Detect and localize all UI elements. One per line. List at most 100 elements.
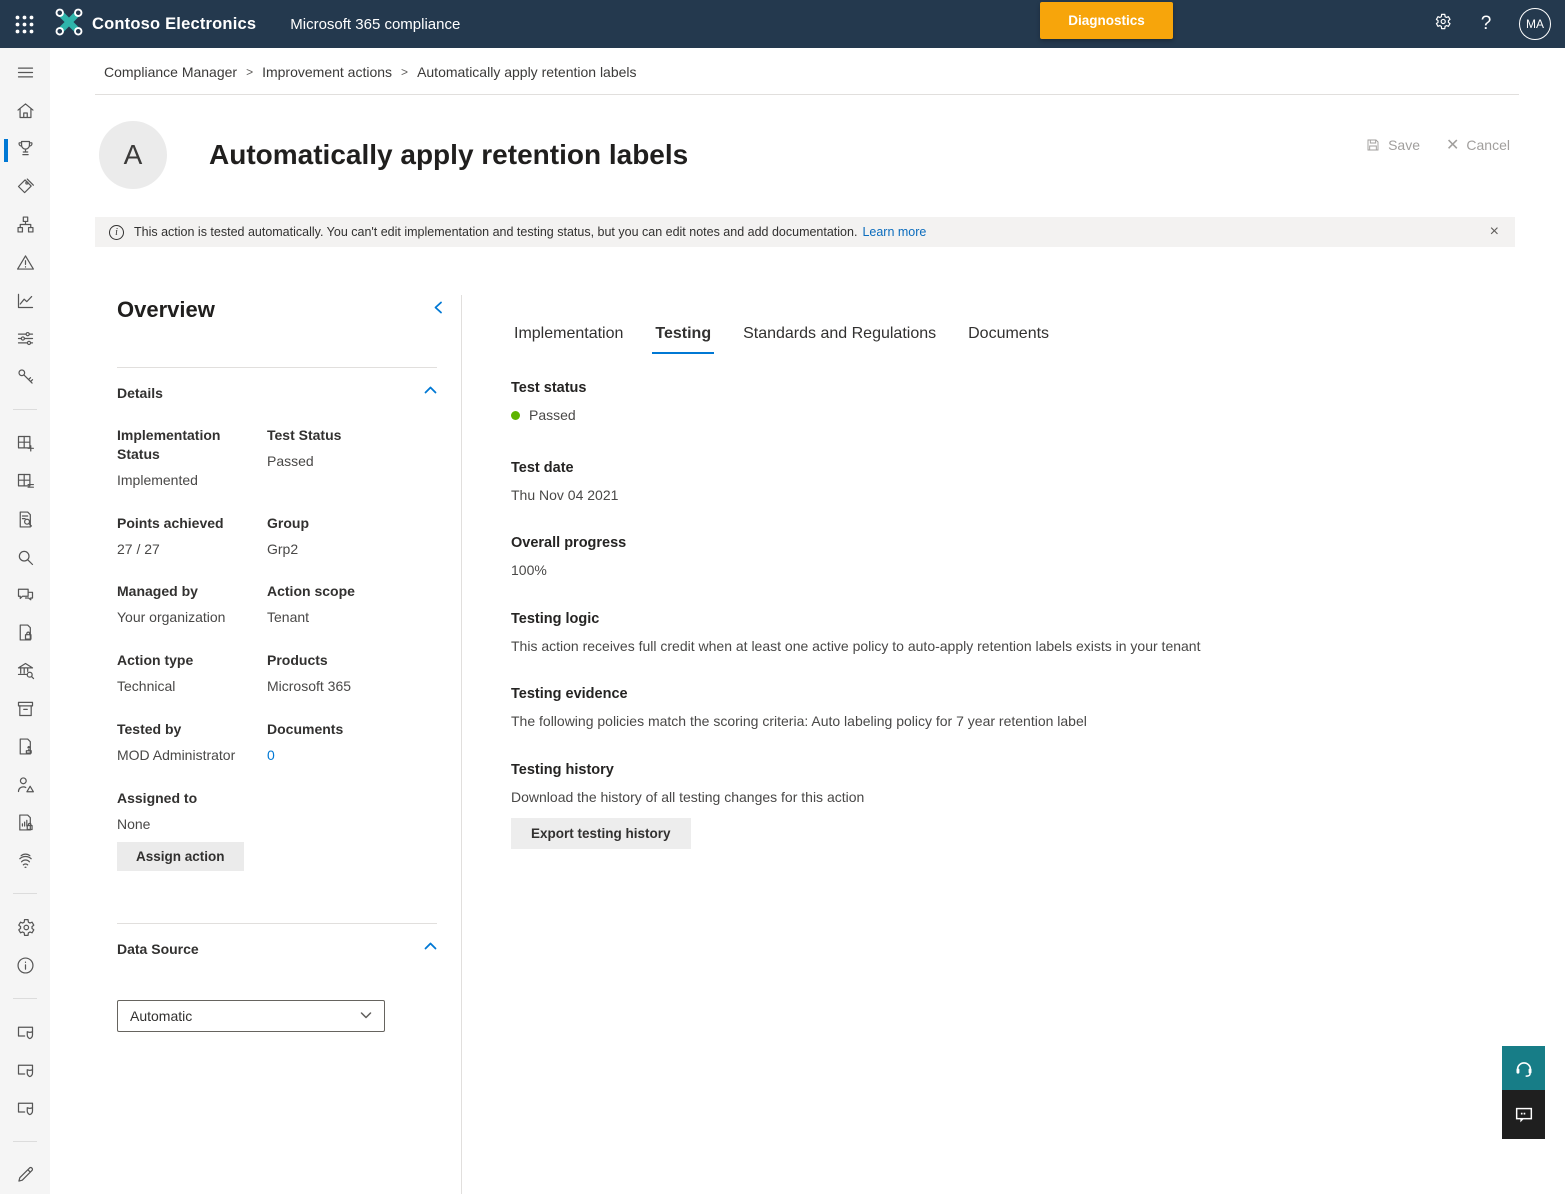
floating-buttons: [1502, 1046, 1545, 1139]
section-divider: [117, 367, 437, 368]
details-title: Details: [117, 385, 163, 401]
tab-content-area: Implementation Testing Standards and Reg…: [462, 295, 1565, 1194]
headset-icon: [1513, 1057, 1535, 1079]
testing-logic-section: Testing logic This action receives full …: [511, 611, 1565, 657]
file-chart-lock-icon[interactable]: [0, 804, 50, 842]
shield-window-icon[interactable]: [0, 1089, 50, 1127]
sitemap-icon[interactable]: [0, 206, 50, 244]
export-testing-history-button[interactable]: Export testing history: [511, 818, 691, 849]
test-status-value: Passed: [529, 406, 576, 426]
archive-icon[interactable]: [0, 690, 50, 728]
rail-divider: [13, 998, 37, 999]
info-circle-icon: i: [109, 225, 124, 240]
trend-icon[interactable]: [0, 282, 50, 320]
field-tested-by: Tested by MOD Administrator: [117, 720, 267, 765]
file-lock-icon[interactable]: [0, 614, 50, 652]
banner-close-icon[interactable]: ×: [1488, 223, 1501, 241]
grid-plus-icon[interactable]: [0, 424, 50, 462]
menu-icon[interactable]: [0, 54, 50, 92]
tab-strip: Implementation Testing Standards and Reg…: [511, 325, 1565, 354]
help-support-button[interactable]: [1502, 1046, 1545, 1090]
home-icon[interactable]: [0, 92, 50, 130]
chevron-up-icon: [424, 384, 437, 402]
testing-logic-value: This action receives full credit when at…: [511, 637, 1565, 657]
collapse-panel-icon[interactable]: [432, 301, 445, 319]
tag-icon[interactable]: [0, 168, 50, 206]
field-products: Products Microsoft 365: [267, 651, 415, 696]
pencil-icon[interactable]: [0, 1156, 50, 1194]
assign-action-button[interactable]: Assign action: [117, 842, 244, 871]
warning-icon[interactable]: [0, 244, 50, 282]
account-avatar[interactable]: MA: [1519, 8, 1551, 40]
search-icon[interactable]: [0, 538, 50, 576]
tab-testing[interactable]: Testing: [652, 325, 714, 354]
grid-list-icon[interactable]: [0, 462, 50, 500]
org-brand[interactable]: Contoso Electronics: [54, 7, 256, 42]
shield-window-icon[interactable]: [0, 1051, 50, 1089]
page-title: Automatically apply retention labels: [209, 139, 688, 171]
testing-evidence-section: Testing evidence The following policies …: [511, 686, 1565, 732]
rail-divider: [13, 893, 37, 894]
field-implementation-status: Implementation Status Implemented: [117, 426, 267, 490]
data-source-section-header[interactable]: Data Source: [117, 940, 437, 958]
test-date-section: Test date Thu Nov 04 2021: [511, 460, 1565, 506]
field-action-type: Action type Technical: [117, 651, 267, 696]
org-name: Contoso Electronics: [92, 15, 256, 34]
breadcrumb-improvement-actions[interactable]: Improvement actions: [262, 64, 392, 80]
breadcrumb: Compliance Manager > Improvement actions…: [50, 48, 1565, 80]
tab-documents[interactable]: Documents: [965, 325, 1052, 354]
chevron-down-icon: [360, 1008, 372, 1024]
test-date-value: Thu Nov 04 2021: [511, 486, 1565, 506]
field-group: Group Grp2: [267, 514, 415, 559]
learn-more-link[interactable]: Learn more: [862, 225, 926, 239]
data-source-dropdown[interactable]: Automatic: [117, 1000, 385, 1032]
gear-icon[interactable]: [0, 908, 50, 946]
field-documents: Documents 0: [267, 720, 415, 765]
breadcrumb-compliance-manager[interactable]: Compliance Manager: [104, 64, 237, 80]
cancel-button[interactable]: ✕ Cancel: [1446, 135, 1510, 155]
document-search-icon[interactable]: [0, 500, 50, 538]
app-launcher-icon[interactable]: [0, 0, 48, 48]
feedback-button[interactable]: [1502, 1090, 1545, 1139]
details-grid: Implementation Status Implemented Test S…: [117, 426, 437, 895]
testing-evidence-value: The following policies match the scoring…: [511, 712, 1565, 732]
top-app-bar: Contoso Electronics Microsoft 365 compli…: [0, 0, 1565, 48]
tab-implementation[interactable]: Implementation: [511, 325, 626, 354]
rail-divider: [13, 409, 37, 410]
chevron-up-icon: [424, 940, 437, 958]
key-icon[interactable]: [0, 357, 50, 395]
action-avatar: A: [99, 121, 167, 189]
settings-gear-icon[interactable]: [1431, 12, 1453, 36]
breadcrumb-separator: >: [246, 65, 253, 79]
breadcrumb-separator: >: [401, 65, 408, 79]
app-title: Microsoft 365 compliance: [290, 16, 460, 33]
help-icon[interactable]: ?: [1475, 13, 1497, 35]
save-icon: [1365, 137, 1381, 153]
cancel-icon: ✕: [1446, 135, 1459, 155]
status-passed-dot: [511, 411, 520, 420]
field-test-status: Test Status Passed: [267, 426, 415, 490]
person-warning-icon[interactable]: [0, 766, 50, 804]
details-section-header[interactable]: Details: [117, 384, 437, 402]
sliders-icon[interactable]: [0, 319, 50, 357]
breadcrumb-current-page: Automatically apply retention labels: [417, 64, 636, 80]
file-stamp-icon[interactable]: [0, 728, 50, 766]
overview-title: Overview: [117, 295, 437, 323]
save-button[interactable]: Save: [1365, 135, 1420, 155]
diagnostics-button[interactable]: Diagnostics: [1040, 2, 1173, 39]
field-points-achieved: Points achieved 27 / 27: [117, 514, 267, 559]
feedback-bubble-icon: [1513, 1104, 1535, 1126]
shield-window-icon[interactable]: [0, 1013, 50, 1051]
banner-text: This action is tested automatically. You…: [134, 225, 857, 239]
field-action-scope: Action scope Tenant: [267, 582, 415, 627]
fingerprint-icon[interactable]: [0, 841, 50, 879]
chat-icon[interactable]: [0, 576, 50, 614]
bank-search-icon[interactable]: [0, 652, 50, 690]
tab-standards-and-regulations[interactable]: Standards and Regulations: [740, 325, 939, 354]
trophy-icon[interactable]: [0, 130, 50, 168]
documents-count-link[interactable]: 0: [267, 746, 405, 765]
info-banner: i This action is tested automatically. Y…: [95, 217, 1515, 247]
info-icon[interactable]: [0, 946, 50, 984]
field-assigned-to: Assigned to None Assign action: [117, 789, 267, 871]
test-status-section: Test status Passed: [511, 380, 1565, 426]
